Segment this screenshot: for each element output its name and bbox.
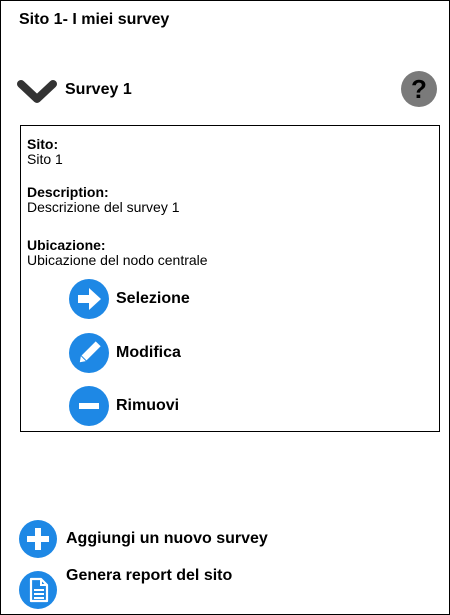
page-title: Sito 1- I miei survey (19, 11, 170, 28)
minus-icon[interactable] (69, 386, 109, 426)
plus-icon[interactable] (19, 520, 57, 558)
pencil-icon[interactable] (69, 333, 109, 373)
add-survey-label[interactable]: Aggiungi un nuovo survey (66, 530, 268, 548)
site-label: Sito: (27, 136, 59, 152)
document-icon[interactable] (19, 571, 57, 609)
select-label[interactable]: Selezione (116, 290, 190, 308)
app-window: Sito 1- I miei survey Survey 1 ? Sito: S… (0, 0, 450, 615)
arrow-right-icon[interactable] (69, 279, 109, 319)
location-value: Ubicazione del nodo centrale (27, 252, 208, 268)
edit-label[interactable]: Modifica (116, 344, 181, 362)
site-value: Sito 1 (27, 151, 63, 167)
location-label: Ubicazione: (27, 237, 106, 253)
generate-report-label[interactable]: Genera report del sito (66, 567, 232, 585)
help-icon: ? (411, 74, 427, 104)
description-label: Description: (27, 184, 109, 200)
survey-detail-card: Sito: Sito 1 Description: Descrizione de… (20, 125, 440, 432)
description-value: Descrizione del survey 1 (27, 199, 180, 215)
survey-header[interactable]: Survey 1 ? (15, 71, 437, 111)
chevron-down-icon[interactable] (17, 79, 57, 105)
survey-title: Survey 1 (65, 81, 132, 98)
remove-label[interactable]: Rimuovi (116, 397, 179, 415)
help-button[interactable]: ? (401, 71, 437, 107)
